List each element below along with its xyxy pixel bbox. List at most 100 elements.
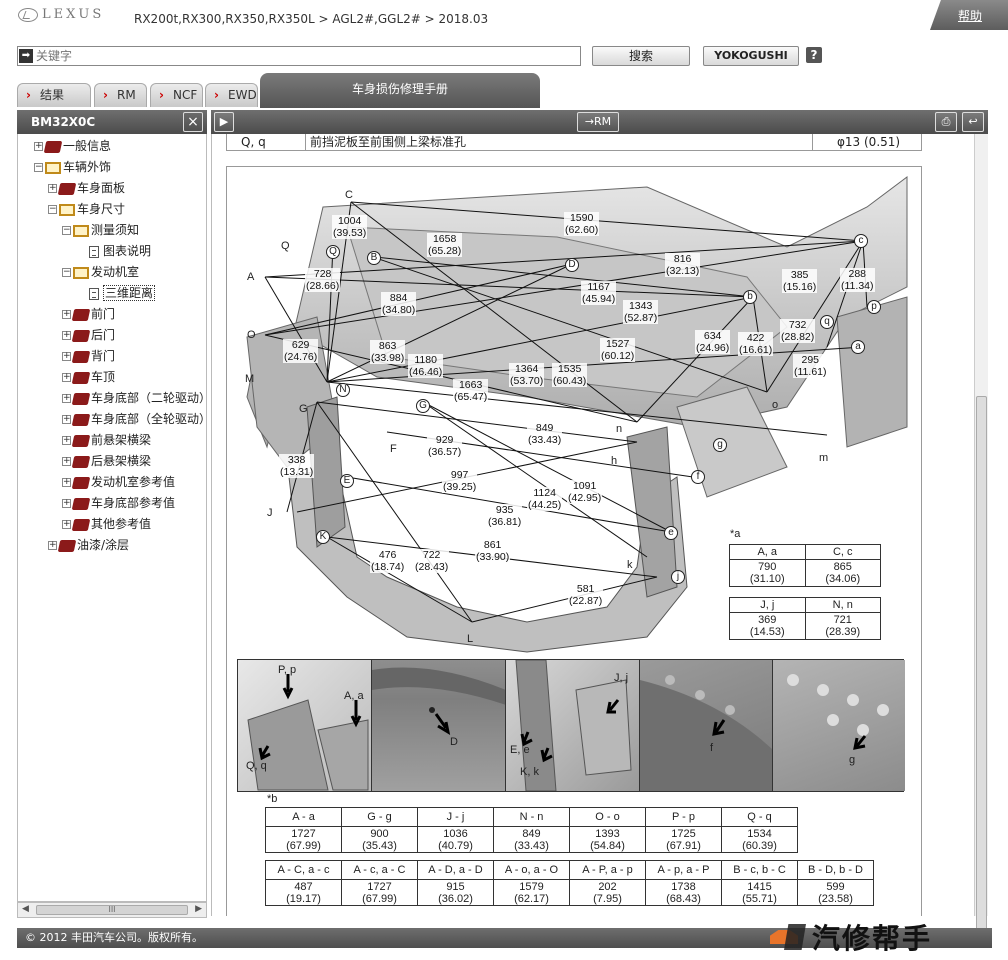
watermark-text: 汽修帮手: [812, 922, 933, 955]
tree-node[interactable]: + 背门: [62, 346, 115, 366]
scroll-right-icon[interactable]: ▶: [195, 904, 202, 914]
search-button[interactable]: 搜索: [592, 46, 690, 66]
expand-icon[interactable]: +: [62, 373, 71, 382]
content-pane: Q, q 前挡泥板至前围侧上梁标准孔 φ13 (0.51) C Q Q B D …: [211, 134, 974, 916]
tree-node[interactable]: + 车身面板: [48, 178, 125, 198]
back-button[interactable]: ↩: [962, 112, 984, 132]
tab-ncf[interactable]: › NCF: [150, 83, 203, 107]
dimension-label: 338 (13.31): [279, 454, 315, 478]
tree-node[interactable]: + 发动机室参考值: [62, 472, 175, 492]
yokogushi-button[interactable]: YOKOGUSHI: [703, 46, 799, 66]
collapse-icon[interactable]: −: [48, 205, 57, 214]
description-cell: 前挡泥板至前围侧上梁标准孔: [305, 134, 466, 150]
table-header: P - p: [645, 807, 722, 827]
play-button[interactable]: ▶: [214, 112, 234, 132]
content-toolbar: ▶ →RM ⎙ ↩: [211, 110, 988, 134]
photo-d: D: [372, 660, 506, 791]
note-a: *a: [730, 528, 741, 540]
tree-node[interactable]: − 车身尺寸: [48, 199, 125, 219]
print-button[interactable]: ⎙: [935, 112, 957, 132]
dimension-label: 1364 (53.70): [509, 363, 545, 387]
tree-node[interactable]: + 车身底部（二轮驱动）: [62, 388, 206, 408]
tree-node[interactable]: + 车顶: [62, 367, 115, 387]
tree-node[interactable]: + 后悬架横梁: [62, 451, 151, 471]
content-vertical-scrollbar[interactable]: [974, 134, 988, 932]
tree-node[interactable]: + 一般信息: [34, 136, 111, 156]
expand-icon[interactable]: +: [62, 415, 71, 424]
point-H: G: [299, 403, 308, 415]
expand-icon[interactable]: +: [62, 331, 71, 340]
expand-icon[interactable]: +: [62, 352, 71, 361]
table-cell: 865: [833, 561, 852, 573]
dimension-label: 929 (36.57): [427, 434, 463, 458]
scrollbar-thumb[interactable]: III: [36, 905, 188, 915]
expand-icon[interactable]: +: [62, 457, 71, 466]
tree-node[interactable]: + 车身底部参考值: [62, 493, 175, 513]
expand-icon[interactable]: +: [62, 310, 71, 319]
lexus-logo: LEXUS: [18, 7, 104, 22]
table-header: B - D, b - D: [797, 860, 874, 880]
help-link[interactable]: 帮助: [958, 7, 982, 24]
collapse-icon[interactable]: −: [34, 163, 43, 172]
tree-node[interactable]: + 前悬架横梁: [62, 430, 151, 450]
book-closed-icon: [71, 518, 91, 531]
expand-icon[interactable]: +: [34, 142, 43, 151]
expand-icon[interactable]: +: [48, 184, 57, 193]
tree-node[interactable]: 三维距离: [76, 283, 156, 303]
dimension-label: 935 (36.81): [487, 504, 523, 528]
tree-node-label: 后悬架横梁: [91, 454, 152, 468]
tree-node[interactable]: − 发动机室: [62, 262, 139, 282]
tree-node[interactable]: + 前门: [62, 304, 115, 324]
book-closed-icon: [57, 182, 77, 195]
dimension-label: 1343 (52.87): [623, 300, 659, 324]
expand-icon[interactable]: +: [62, 394, 71, 403]
tree-horizontal-scrollbar[interactable]: ◀ III ▶: [17, 902, 207, 918]
help-tab[interactable]: 帮助: [930, 0, 1008, 30]
top-bar: LEXUS RX200t,RX300,RX350,RX350L > AGL2#,…: [0, 0, 1008, 36]
expand-icon[interactable]: +: [62, 478, 71, 487]
tree-node[interactable]: + 后门: [62, 325, 115, 345]
point-j: j: [671, 570, 685, 584]
tree-node[interactable]: − 测量须知: [62, 220, 139, 240]
tab-body-repair-manual[interactable]: 车身损伤修理手册: [260, 73, 540, 108]
scroll-left-icon[interactable]: ◀: [22, 904, 29, 914]
tree-node[interactable]: + 其他参考值: [62, 514, 151, 534]
dimension-label: 422 (16.61): [738, 332, 774, 356]
dimension-label: 849 (33.43): [527, 422, 563, 446]
tree-node[interactable]: − 车辆外饰: [34, 157, 111, 177]
collapse-icon[interactable]: −: [62, 268, 71, 277]
search-box[interactable]: ➡: [17, 46, 581, 66]
expand-icon[interactable]: +: [62, 520, 71, 529]
table-cell: 487 (19.17): [265, 879, 342, 906]
tree-node[interactable]: + 油漆/涂层: [48, 535, 129, 555]
dimension-label: 816 (32.13): [665, 253, 701, 277]
tree-node-label: 其他参考值: [91, 517, 152, 531]
scrollbar-thumb[interactable]: [976, 396, 987, 932]
tree-node-label: 一般信息: [63, 139, 112, 153]
help-question-button[interactable]: ?: [806, 47, 822, 63]
book-closed-icon: [71, 329, 91, 342]
point-Q: Q: [326, 245, 340, 259]
photo-label: g: [849, 754, 856, 766]
navigation-tree: + 一般信息 − 车辆外饰 + 车身面板 − 车身尺寸 − 测量须知 图表说明 − 发动机室 三维距离 + 前…: [17, 134, 207, 902]
expand-icon[interactable]: +: [62, 499, 71, 508]
tab-ewd[interactable]: › EWD: [205, 83, 258, 107]
tree-node-label: 测量须知: [91, 223, 140, 237]
tab-rm[interactable]: › RM: [94, 83, 147, 107]
close-icon[interactable]: ×: [183, 112, 203, 132]
search-input[interactable]: [36, 48, 576, 64]
note-b: *b: [267, 793, 278, 805]
tree-node-label: 图表说明: [103, 244, 152, 258]
dimension-label: 884 (34.80): [381, 292, 417, 316]
expand-icon[interactable]: +: [62, 436, 71, 445]
collapse-icon[interactable]: −: [62, 226, 71, 235]
book-open-icon: [73, 224, 89, 237]
tree-node[interactable]: + 车身底部（全轮驱动）: [62, 409, 206, 429]
tree-node[interactable]: 图表说明: [76, 241, 151, 261]
reference-table-a: A, a C, c 790 (31.10) 865 (34.06): [729, 544, 881, 587]
point-C: C: [345, 189, 353, 201]
tab-results[interactable]: › 结果: [17, 83, 91, 107]
goto-rm-button[interactable]: →RM: [577, 112, 619, 132]
point-a: a: [851, 340, 865, 354]
expand-icon[interactable]: +: [48, 541, 57, 550]
